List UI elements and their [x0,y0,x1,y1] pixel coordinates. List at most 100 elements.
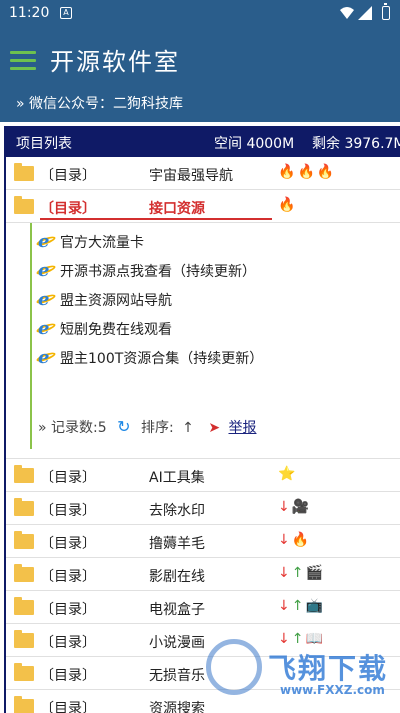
sort-arrow[interactable]: ↑ [182,420,194,436]
app-subtitle[interactable]: » 微信公众号：二狗科技库 [16,93,183,113]
arrow-down-icon[interactable]: ↓ [278,499,290,515]
signal-icon [358,6,372,20]
item-badges: ⭐ [278,466,297,482]
item-tag: 〔目录〕 [40,201,96,217]
project-list-panel: 项目列表 空间 4000M 剩余 3976.7M 〔目录〕 宇宙最强导航 🔥 🔥 🔥… [4,126,400,713]
folder-icon [14,663,34,681]
browser-link-icon: e [35,260,57,281]
sub-item-label: 开源书源点我查看（持续更新） [60,264,256,280]
sub-item-label: 盟主100T资源合集（持续更新） [60,351,264,367]
wifi-icon [340,7,354,19]
watermark-logo-icon [206,639,262,695]
video-icon: 🎥 [291,499,310,515]
arrow-up-icon[interactable]: ↑ [292,598,304,614]
item-name[interactable]: 无损音乐 [149,665,205,685]
arrow-up-icon[interactable]: ↑ [292,565,304,581]
item-name[interactable]: 撸薅羊毛 [149,533,205,553]
site-watermark: 飞翔下载 www.FXXZ.com [206,633,396,707]
folder-icon [14,465,34,483]
item-name[interactable]: AI工具集 [149,467,205,487]
folder-icon [14,564,34,582]
folder-icon [14,498,34,516]
item-name[interactable]: 接口资源 [149,198,205,218]
sort-label[interactable]: 排序: [141,420,174,436]
refresh-icon[interactable]: ↻ [117,417,130,436]
panel-title: 项目列表 [16,136,72,152]
clapperboard-icon: 🎬 [305,565,323,581]
browser-link-icon: e [35,231,57,252]
arrow-down-icon[interactable]: ↓ [278,598,290,614]
sub-item-label: 官方大流量卡 [60,235,144,251]
item-tag: 〔目录〕 [40,569,96,585]
browser-link-icon: e [35,318,57,339]
arrow-down-icon[interactable]: ↓ [278,532,290,548]
sub-list-rail [30,223,32,449]
item-badges: 🔥 🔥 🔥 [278,164,336,180]
item-tag: 〔目录〕 [40,701,96,713]
list-item-expanded[interactable]: 〔目录〕 接口资源 🔥 [6,190,400,223]
item-name[interactable]: 电视盒子 [149,599,205,619]
fire-icon: 🔥 [291,532,310,548]
list-item[interactable]: 〔目录〕 去除水印 ↓ 🎥 [6,492,400,525]
sub-item-label: 短剧免费在线观看 [60,322,172,338]
status-time: 11:20 [9,5,50,21]
fire-icon: 🔥 [316,164,335,180]
item-badges: ↓ ↑ 📺 [278,598,325,614]
send-icon[interactable]: ➤ [208,420,220,436]
folder-icon [14,597,34,615]
sub-list-item[interactable]: e 开源书源点我查看（持续更新） [35,260,256,281]
item-badges: ↓ 🔥 [278,532,311,548]
fire-icon: 🔥 [278,197,296,213]
sub-list-item[interactable]: e 盟主资源网站导航 [35,289,172,310]
item-tag: 〔目录〕 [40,168,96,184]
item-badges: ↓ ↑ 🎬 [278,565,325,581]
list-item[interactable]: 〔目录〕 影剧在线 ↓ ↑ 🎬 [6,558,400,591]
folder-icon [14,531,34,549]
list-item[interactable]: 〔目录〕 电视盒子 ↓ ↑ 📺 [6,591,400,624]
app-header: 开源软件室 » 微信公众号：二狗科技库 [0,27,400,122]
selected-underline [40,218,272,220]
app-title: 开源软件室 [50,48,180,76]
sub-list-footer: » 记录数:5 ↻ 排序: ↑ ➤ 举报 [38,417,257,437]
item-badges: 🔥 [278,197,297,213]
list-item[interactable]: 〔目录〕 AI工具集 ⭐ [6,459,400,492]
panel-header: 项目列表 空间 4000M 剩余 3976.7M [6,126,400,157]
browser-link-icon: e [35,347,57,368]
sub-list: e 官方大流量卡 e 开源书源点我查看（持续更新） e 盟主资源网站导航 e 短剧免费在… [6,223,400,459]
battery-icon [382,3,390,20]
sub-list-item[interactable]: e 短剧免费在线观看 [35,318,172,339]
item-tag: 〔目录〕 [40,536,96,552]
status-bar: 11:20 A [0,0,400,27]
item-tag: 〔目录〕 [40,470,96,486]
fire-icon: 🔥 [297,164,315,180]
report-link[interactable]: 举报 [229,420,257,436]
item-tag: 〔目录〕 [40,635,96,651]
folder-icon [14,196,34,214]
item-tag: 〔目录〕 [40,602,96,618]
sub-list-item[interactable]: e 官方大流量卡 [35,231,144,252]
space-remaining: 剩余 3976.7M [312,136,400,152]
tv-icon: 📺 [305,598,323,614]
item-name[interactable]: 资源搜索 [149,698,205,713]
menu-icon[interactable] [10,51,36,71]
item-name[interactable]: 去除水印 [149,500,205,520]
item-badges: ↓ 🎥 [278,499,311,515]
arrow-down-icon[interactable]: ↓ [278,565,290,581]
sub-item-label: 盟主资源网站导航 [60,293,172,309]
item-name[interactable]: 影剧在线 [149,566,205,586]
item-tag: 〔目录〕 [40,668,96,684]
list-item[interactable]: 〔目录〕 宇宙最强导航 🔥 🔥 🔥 [6,157,400,190]
star-icon: ⭐ [278,466,296,482]
item-name[interactable]: 小说漫画 [149,632,205,652]
watermark-url: www.FXXZ.com [280,683,385,697]
browser-link-icon: e [35,289,57,310]
watermark-text: 飞翔下载 [268,652,389,685]
fire-icon: 🔥 [278,164,296,180]
item-name[interactable]: 宇宙最强导航 [149,165,233,185]
sub-list-item[interactable]: e 盟主100T资源合集（持续更新） [35,347,264,368]
notification-icon: A [60,7,72,19]
list-item[interactable]: 〔目录〕 撸薅羊毛 ↓ 🔥 [6,525,400,558]
record-count: » 记录数:5 [38,420,107,436]
folder-icon [14,696,34,713]
space-total: 空间 4000M [214,136,295,152]
